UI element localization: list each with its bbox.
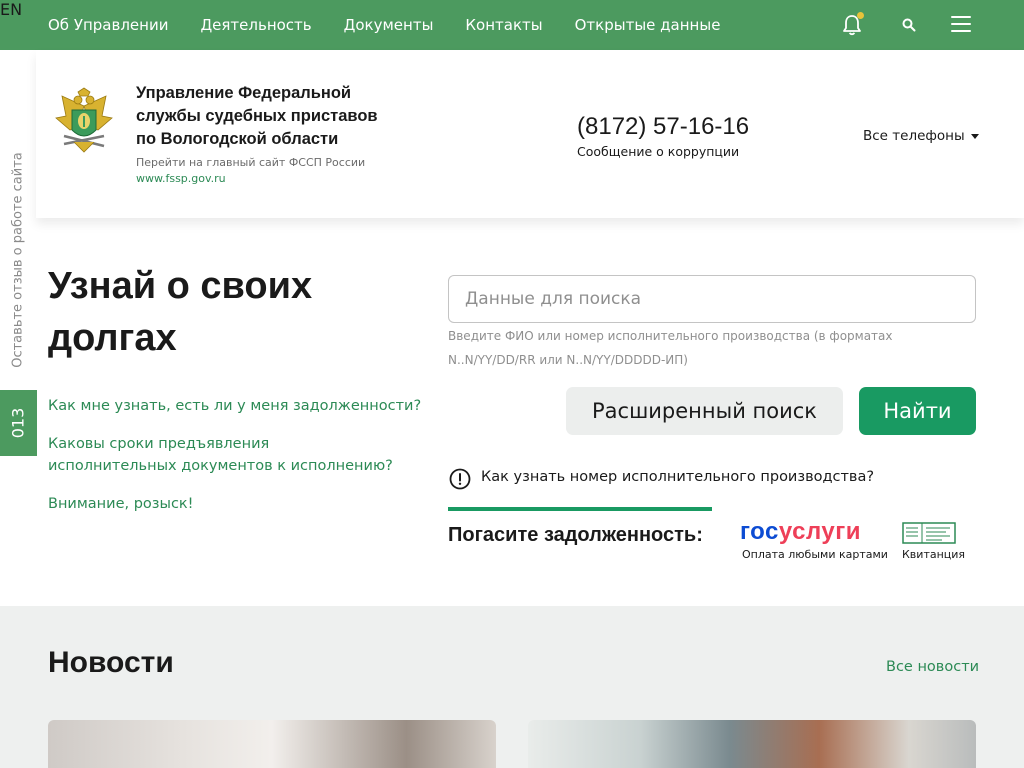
pay-debt-label: Погасите задолженность: [448, 524, 703, 546]
faq-link-debts[interactable]: Как мне узнать, есть ли у меня задолженн… [48, 395, 428, 417]
news-card-image[interactable] [48, 720, 496, 768]
gosuslugi-logo[interactable]: госуслуги [740, 518, 861, 546]
all-news-link[interactable]: Все новости [886, 659, 979, 675]
feedback-label: Оставьте отзыв о работе сайта [10, 152, 26, 368]
main-site-text: Перейти на главный сайт ФССП России [136, 156, 366, 169]
receipt-caption[interactable]: Квитанция [902, 548, 965, 561]
pay-section-divider [448, 507, 712, 511]
hamburger-menu-icon[interactable] [951, 16, 971, 32]
hero-title: Узнай о своих долгах [48, 265, 313, 359]
phone-number[interactable]: (8172) 57-16-16 [577, 113, 749, 141]
nav-links: Об Управлении Деятельность Документы Кон… [48, 16, 752, 34]
notification-dot [857, 12, 864, 19]
top-nav: Об Управлении Деятельность Документы Кон… [0, 0, 1024, 50]
all-phones-label: Все телефоны [863, 128, 965, 144]
find-button[interactable]: Найти [859, 387, 976, 435]
search-hint: Введите ФИО или номер исполнительного пр… [448, 329, 893, 367]
search-icon[interactable] [902, 18, 916, 32]
all-phones-dropdown[interactable]: Все телефоны [863, 128, 979, 144]
gosuslugi-caption[interactable]: Оплата любыми картами [742, 548, 888, 561]
language-switch[interactable]: EN [0, 0, 22, 19]
news-card-image[interactable] [528, 720, 976, 768]
badge-013-tab[interactable]: 013 [0, 390, 37, 456]
main-site-link[interactable]: www.fssp.gov.ru [136, 172, 226, 185]
nav-item-activity[interactable]: Деятельность [200, 16, 311, 34]
enforcement-number-help-link[interactable]: Как узнать номер исполнительного произво… [481, 469, 874, 485]
nav-item-contacts[interactable]: Контакты [465, 16, 542, 34]
badge-013-label: 013 [8, 407, 28, 439]
faq-link-deadlines[interactable]: Каковы сроки предъявления исполнительных… [48, 433, 393, 477]
faq-link-wanted[interactable]: Внимание, розыск! [48, 493, 348, 515]
nav-item-documents[interactable]: Документы [344, 16, 434, 34]
fssp-emblem-logo [55, 87, 113, 153]
debt-search-input[interactable] [448, 275, 976, 323]
corruption-report-link[interactable]: Сообщение о коррупции [577, 144, 739, 159]
advanced-search-button[interactable]: Расширенный поиск [566, 387, 843, 435]
nav-item-open-data[interactable]: Открытые данные [575, 16, 721, 34]
exclamation-circle-icon [449, 468, 471, 490]
nav-item-about[interactable]: Об Управлении [48, 16, 168, 34]
caret-down-icon [970, 133, 979, 139]
organization-name[interactable]: Управление Федеральной службы судебных п… [136, 82, 396, 151]
news-title: Новости [48, 646, 174, 679]
feedback-side-tab[interactable]: Оставьте отзыв о работе сайта [0, 150, 36, 370]
receipt-icon[interactable] [902, 522, 956, 544]
